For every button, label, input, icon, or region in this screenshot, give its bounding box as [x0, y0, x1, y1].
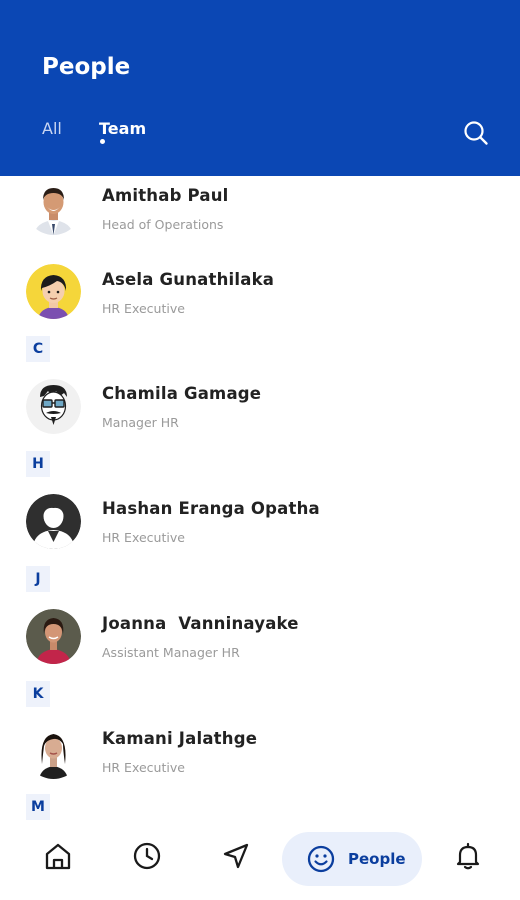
- active-tab-indicator: [100, 139, 105, 144]
- nav-people-label: People: [348, 850, 406, 868]
- people-list: Amithab Paul Head of Operations Asela Gu…: [0, 176, 520, 820]
- avatar: [26, 724, 81, 779]
- page-title: People: [42, 54, 131, 80]
- person-role: HR Executive: [102, 760, 185, 775]
- nav-home[interactable]: [36, 834, 80, 878]
- person-name: Hashan Eranga Opatha: [102, 499, 320, 518]
- avatar: [26, 609, 81, 664]
- search-button[interactable]: [460, 117, 492, 149]
- avatar: [26, 180, 81, 235]
- person-role: Assistant Manager HR: [102, 645, 240, 660]
- section-header-m: M: [26, 794, 50, 820]
- person-name: Kamani Jalathge: [102, 729, 258, 748]
- tab-team[interactable]: Team: [99, 119, 146, 138]
- person-role: HR Executive: [102, 301, 185, 316]
- tab-all[interactable]: All: [42, 119, 62, 138]
- section-header-c: C: [26, 336, 50, 362]
- smiley-icon: [307, 845, 335, 873]
- section-header-k: K: [26, 681, 50, 707]
- person-name: Joanna Vanninayake: [102, 614, 299, 633]
- person-name: Amithab Paul: [102, 186, 229, 205]
- bottom-navigation: People: [0, 820, 520, 900]
- person-role: Manager HR: [102, 415, 179, 430]
- list-item[interactable]: Amithab Paul Head of Operations: [0, 176, 520, 256]
- nav-notifications[interactable]: [446, 834, 490, 878]
- list-item[interactable]: Asela Gunathilaka HR Executive: [0, 260, 520, 340]
- search-icon: [464, 121, 488, 145]
- person-name: Asela Gunathilaka: [102, 270, 275, 289]
- app-header: People All Team: [0, 0, 520, 176]
- avatar: [26, 264, 81, 319]
- home-icon: [45, 843, 71, 870]
- section-header-j: J: [26, 566, 50, 592]
- navigation-icon: [223, 843, 249, 869]
- avatar: [26, 379, 81, 434]
- bell-icon: [456, 842, 480, 870]
- person-role: Head of Operations: [102, 217, 224, 232]
- person-name: Chamila Gamage: [102, 384, 262, 403]
- list-item[interactable]: Kamani Jalathge HR Executive: [0, 720, 520, 800]
- section-header-h: H: [26, 451, 50, 477]
- clock-icon: [133, 842, 161, 870]
- list-item[interactable]: Hashan Eranga Opatha HR Executive: [0, 490, 520, 570]
- nav-history[interactable]: [125, 834, 169, 878]
- person-role: HR Executive: [102, 530, 185, 545]
- list-item[interactable]: Chamila Gamage Manager HR: [0, 375, 520, 455]
- nav-location[interactable]: [214, 834, 258, 878]
- nav-people[interactable]: People: [282, 832, 422, 886]
- avatar: [26, 494, 81, 549]
- list-item[interactable]: Joanna Vanninayake Assistant Manager HR: [0, 605, 520, 685]
